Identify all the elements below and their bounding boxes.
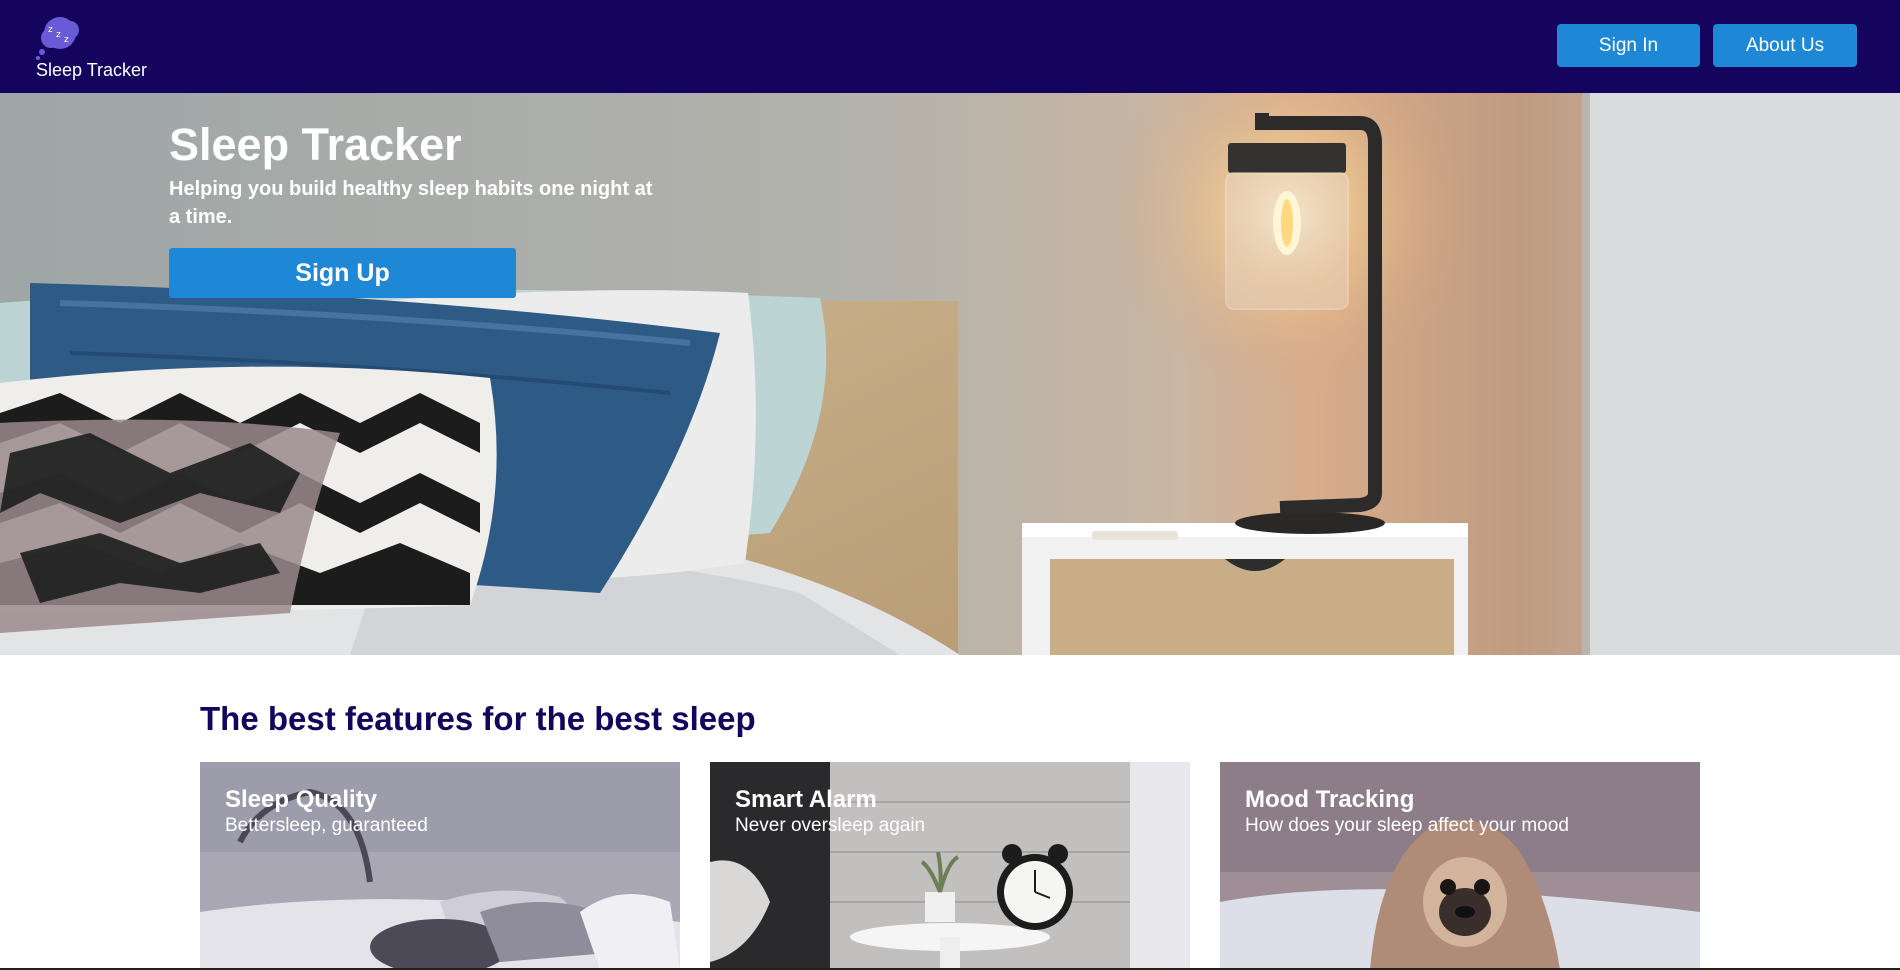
card-title: Mood Tracking [1245, 786, 1415, 813]
card-subtitle: How does your sleep affect your mood [1245, 815, 1569, 836]
site-header: z z z Sleep Tracker Sign In About Us [0, 0, 1900, 93]
sign-in-button[interactable]: Sign In [1557, 24, 1700, 67]
svg-text:z: z [48, 25, 53, 35]
card-subtitle: Never oversleep again [735, 815, 926, 836]
card-title: Smart Alarm [735, 786, 877, 813]
feature-card-sleep-quality[interactable]: Sleep Quality Bettersleep, guaranteed [200, 762, 680, 970]
svg-text:z: z [56, 30, 61, 40]
logo-text: Sleep Tracker [36, 60, 148, 80]
feature-card-mood-tracking[interactable]: Mood Tracking How does your sleep affect… [1220, 762, 1700, 970]
hero-subtitle: Helping you build healthy sleep habits o… [169, 178, 653, 228]
logo[interactable]: z z z Sleep Tracker [36, 12, 156, 82]
feature-card-smart-alarm[interactable]: Smart Alarm Never oversleep again [710, 762, 1190, 970]
card-title: Sleep Quality [225, 786, 378, 813]
about-us-button[interactable]: About Us [1713, 24, 1857, 67]
card-subtitle: Bettersleep, guaranteed [225, 815, 428, 836]
sign-up-button[interactable]: Sign Up [169, 248, 516, 298]
hero-section: Sleep Tracker Helping you build healthy … [0, 93, 1900, 655]
svg-text:z: z [64, 35, 69, 45]
features-heading: The best features for the best sleep [200, 700, 756, 737]
zzz-cloud-icon: z z z [36, 17, 79, 60]
hero-title: Sleep Tracker [169, 119, 462, 170]
